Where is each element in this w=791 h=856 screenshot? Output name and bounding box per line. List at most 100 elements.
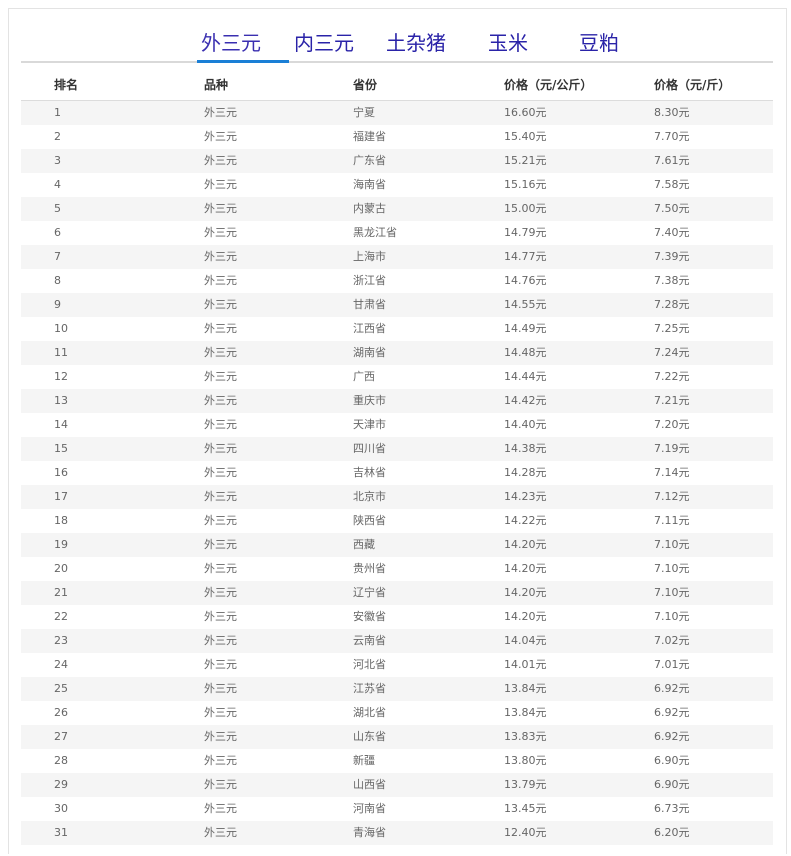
tab-dou-po[interactable]: 豆粕 — [579, 29, 619, 57]
price-jin-cell: 7.01元 — [654, 658, 690, 671]
province-cell: 天津市 — [353, 418, 386, 431]
price-kg-cell: 13.45元 — [504, 802, 547, 815]
price-kg-cell: 14.04元 — [504, 634, 547, 647]
province-cell: 甘肃省 — [353, 298, 386, 311]
table-header: 排名 品种 省份 价格（元/公斤） 价格（元/斤） — [21, 67, 773, 101]
table-row: 20 外三元 贵州省 14.20元 7.10元 — [21, 557, 773, 581]
rank-cell: 1 — [54, 106, 61, 119]
price-jin-cell: 7.25元 — [654, 322, 690, 335]
price-kg-cell: 14.01元 — [504, 658, 547, 671]
table-row: 28 外三元 新疆 13.80元 6.90元 — [21, 749, 773, 773]
price-kg-cell: 14.44元 — [504, 370, 547, 383]
price-jin-cell: 7.21元 — [654, 394, 690, 407]
variety-cell: 外三元 — [204, 826, 237, 839]
price-jin-cell: 7.24元 — [654, 346, 690, 359]
table-row: 3 外三元 广东省 15.21元 7.61元 — [21, 149, 773, 173]
category-tabs: 外三元 内三元 土杂猪 玉米 豆粕 — [21, 23, 773, 63]
rank-cell: 6 — [54, 226, 61, 239]
header-price-per-kg: 价格（元/公斤） — [504, 78, 593, 92]
price-kg-cell: 14.20元 — [504, 586, 547, 599]
province-cell: 湖南省 — [353, 346, 386, 359]
price-jin-cell: 6.20元 — [654, 826, 690, 839]
rank-cell: 11 — [54, 346, 68, 359]
price-jin-cell: 7.61元 — [654, 154, 690, 167]
table-row: 29 外三元 山西省 13.79元 6.90元 — [21, 773, 773, 797]
price-kg-cell: 14.20元 — [504, 538, 547, 551]
price-jin-cell: 8.30元 — [654, 106, 690, 119]
price-jin-cell: 7.11元 — [654, 514, 690, 527]
variety-cell: 外三元 — [204, 514, 237, 527]
price-jin-cell: 7.10元 — [654, 610, 690, 623]
price-kg-cell: 15.40元 — [504, 130, 547, 143]
rank-cell: 29 — [54, 778, 68, 791]
price-kg-cell: 14.22元 — [504, 514, 547, 527]
price-kg-cell: 15.16元 — [504, 178, 547, 191]
tab-tu-za-zhu[interactable]: 土杂猪 — [386, 29, 446, 57]
province-cell: 新疆 — [353, 754, 375, 767]
table-row: 22 外三元 安徽省 14.20元 7.10元 — [21, 605, 773, 629]
rank-cell: 24 — [54, 658, 68, 671]
price-kg-cell: 13.84元 — [504, 706, 547, 719]
price-kg-cell: 14.76元 — [504, 274, 547, 287]
province-cell: 上海市 — [353, 250, 386, 263]
province-cell: 河北省 — [353, 658, 386, 671]
province-cell: 山东省 — [353, 730, 386, 743]
price-kg-cell: 13.83元 — [504, 730, 547, 743]
price-jin-cell: 7.50元 — [654, 202, 690, 215]
header-province: 省份 — [353, 78, 378, 92]
rank-cell: 21 — [54, 586, 68, 599]
variety-cell: 外三元 — [204, 154, 237, 167]
variety-cell: 外三元 — [204, 202, 237, 215]
variety-cell: 外三元 — [204, 178, 237, 191]
price-kg-cell: 14.38元 — [504, 442, 547, 455]
price-jin-cell: 6.73元 — [654, 802, 690, 815]
rank-cell: 9 — [54, 298, 61, 311]
variety-cell: 外三元 — [204, 274, 237, 287]
rank-cell: 31 — [54, 826, 68, 839]
province-cell: 湖北省 — [353, 706, 386, 719]
province-cell: 贵州省 — [353, 562, 386, 575]
variety-cell: 外三元 — [204, 610, 237, 623]
table-row: 26 外三元 湖北省 13.84元 6.92元 — [21, 701, 773, 725]
tab-wai-san-yuan[interactable]: 外三元 — [201, 29, 261, 57]
table-row: 27 外三元 山东省 13.83元 6.92元 — [21, 725, 773, 749]
variety-cell: 外三元 — [204, 490, 237, 503]
price-kg-cell: 13.79元 — [504, 778, 547, 791]
table-row: 19 外三元 西藏 14.20元 7.10元 — [21, 533, 773, 557]
table-row: 14 外三元 天津市 14.40元 7.20元 — [21, 413, 773, 437]
variety-cell: 外三元 — [204, 658, 237, 671]
tab-nei-san-yuan[interactable]: 内三元 — [294, 29, 354, 57]
variety-cell: 外三元 — [204, 754, 237, 767]
variety-cell: 外三元 — [204, 802, 237, 815]
rank-cell: 8 — [54, 274, 61, 287]
variety-cell: 外三元 — [204, 346, 237, 359]
rank-cell: 15 — [54, 442, 68, 455]
price-kg-cell: 14.48元 — [504, 346, 547, 359]
province-cell: 福建省 — [353, 130, 386, 143]
rank-cell: 12 — [54, 370, 68, 383]
variety-cell: 外三元 — [204, 538, 237, 551]
province-cell: 海南省 — [353, 178, 386, 191]
rank-cell: 5 — [54, 202, 61, 215]
header-variety: 品种 — [204, 78, 229, 92]
table-row: 17 外三元 北京市 14.23元 7.12元 — [21, 485, 773, 509]
price-kg-cell: 14.20元 — [504, 610, 547, 623]
rank-cell: 23 — [54, 634, 68, 647]
price-kg-cell: 14.49元 — [504, 322, 547, 335]
variety-cell: 外三元 — [204, 562, 237, 575]
price-jin-cell: 7.20元 — [654, 418, 690, 431]
province-cell: 青海省 — [353, 826, 386, 839]
table-body: 1 外三元 宁夏 16.60元 8.30元 2 外三元 福建省 15.40元 7.70元 3 外三元广… — [21, 101, 773, 845]
rank-cell: 30 — [54, 802, 68, 815]
table-row: 23 外三元 云南省 14.04元 7.02元 — [21, 629, 773, 653]
province-cell: 安徽省 — [353, 610, 386, 623]
province-cell: 内蒙古 — [353, 202, 386, 215]
price-jin-cell: 6.92元 — [654, 730, 690, 743]
province-cell: 云南省 — [353, 634, 386, 647]
table-row: 30 外三元 河南省 13.45元 6.73元 — [21, 797, 773, 821]
variety-cell: 外三元 — [204, 706, 237, 719]
tab-yu-mi[interactable]: 玉米 — [488, 29, 528, 57]
province-cell: 河南省 — [353, 802, 386, 815]
price-kg-cell: 14.28元 — [504, 466, 547, 479]
province-cell: 广西 — [353, 370, 375, 383]
